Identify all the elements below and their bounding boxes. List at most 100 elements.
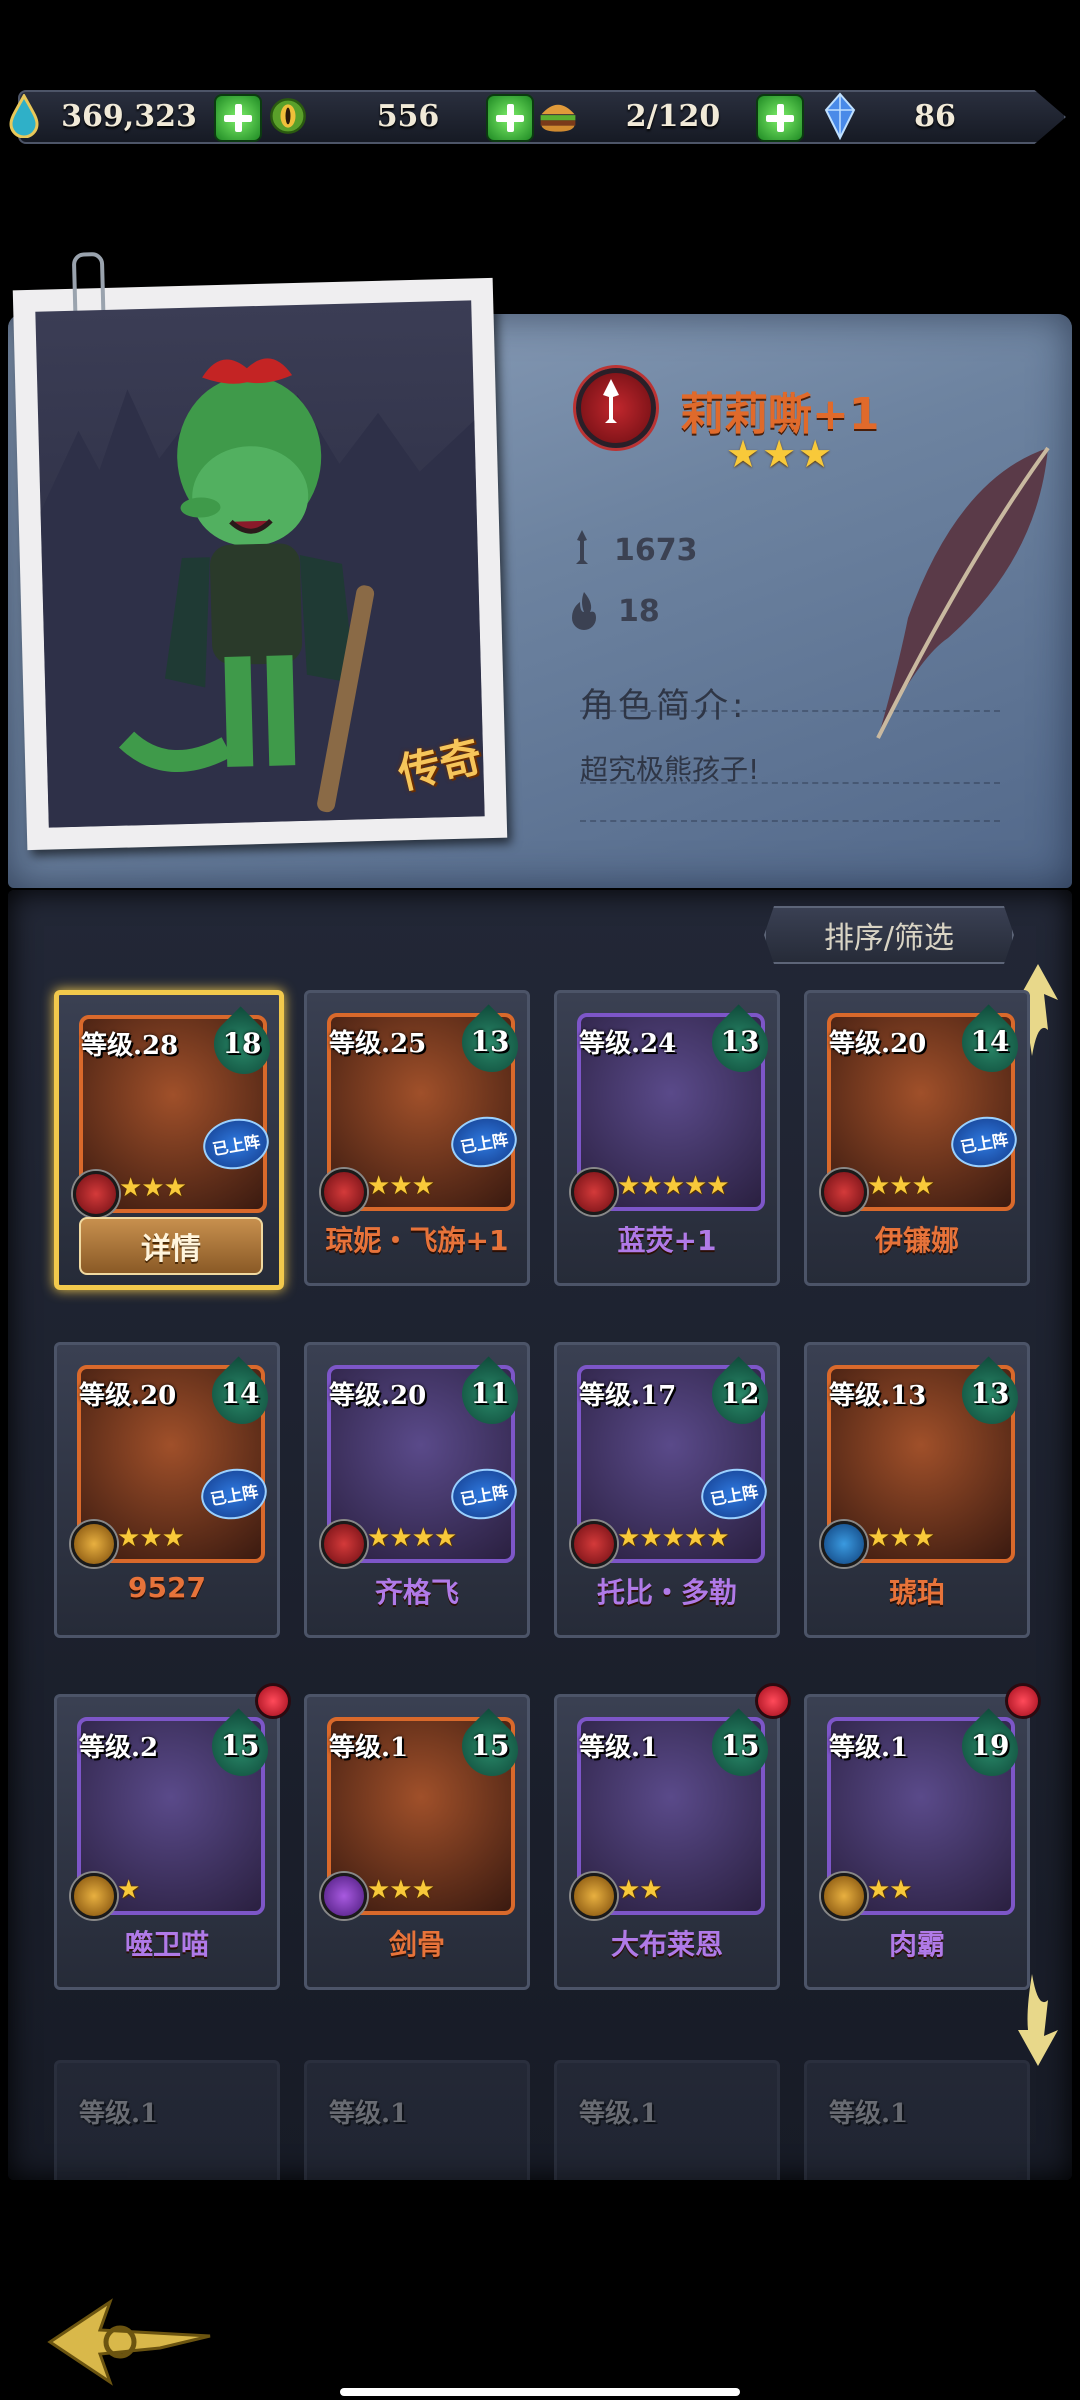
hero-name: 齐格飞 [374,1576,459,1609]
hero-card[interactable]: 等级.20 14 已上阵 ★★★ 伊镰娜 [804,990,1030,1286]
class-icon [571,1873,617,1919]
hero-name: 蓝荧+1 [617,1224,717,1257]
notification-dot [1005,1683,1041,1719]
hero-name: 9527 [128,1571,206,1604]
hero-card[interactable]: 等级.1 [554,2060,780,2180]
eye-coin-icon [268,94,308,138]
intro-label: 角色简介: [580,686,748,726]
hero-star-rating: ★★★ [867,1523,935,1553]
hero-card[interactable]: 等级.28 18 已上阵 ★★★ 详情 [54,990,284,1290]
hero-name: 琥珀 [888,1576,945,1609]
hero-star-rating: ★★ [867,1875,913,1905]
hero-card[interactable]: 等级.1 [304,2060,530,2180]
hero-leaf-count: 14 [970,1025,1010,1058]
hero-star-rating: ★★★★ [367,1523,457,1553]
hero-card[interactable]: 等级.17 12 已上阵 ★★★★★ 托比・多勒 [554,1342,780,1638]
hero-star-rating: ★★★ [367,1171,435,1201]
hero-card[interactable]: 等级.20 14 已上阵 ★★★ 9527 [54,1342,280,1638]
hero-star-rating: ★★★ [367,1875,435,1905]
water-resource: 369,323 [4,88,214,144]
add-water-button[interactable] [214,94,262,142]
detail-button[interactable]: 详情 [79,1217,263,1275]
sort-filter-button[interactable]: 排序/筛选 [764,906,1014,964]
hero-star-rating: ★★★★★ [617,1523,730,1553]
hero-card[interactable]: 等级.2 15 ★ 噬卫喵 [54,1683,291,1990]
hero-level: 等级.24 [579,1029,677,1059]
hero-leaf-count: 11 [470,1377,510,1410]
hero-card[interactable]: 等级.13 13 ★★★ 琥珀 [804,1342,1030,1638]
hero-leaf-count: 15 [220,1729,260,1762]
hero-name: 琼妮・飞旃+1 [325,1224,509,1257]
hero-level: 等级.1 [79,2099,159,2129]
hero-level: 等级.1 [579,1733,659,1763]
hero-level: 等级.1 [829,1733,909,1763]
hero-star-rating: ★★★ [726,432,835,476]
divider [580,782,1000,784]
hero-leaf-count: 13 [720,1025,760,1058]
home-indicator[interactable] [340,2388,740,2396]
crystal-amount: 86 [914,98,956,134]
notification-dot [755,1683,791,1719]
back-arrow-button[interactable] [40,2292,220,2392]
power-stat: 18 [568,590,660,632]
hero-card[interactable]: 等级.1 15 ★★ 大布莱恩 [554,1683,791,1990]
class-icon [73,1171,119,1217]
hero-star-rating: ★★ [617,1875,663,1905]
hero-leaf-count: 15 [720,1729,760,1762]
hero-level: 等级.1 [829,2099,909,2129]
sword-icon [576,530,588,564]
burger-icon [538,94,578,138]
class-icon [821,1873,867,1919]
class-icon [321,1521,367,1567]
class-icon [71,1873,117,1919]
food-amount: 2/120 [625,98,721,134]
hero-leaf-count: 12 [720,1377,760,1410]
divider [580,820,1000,822]
hero-level: 等级.2 [79,1733,159,1763]
eye-coin-amount: 556 [376,98,440,134]
hero-card[interactable]: 等级.1 19 ★★ 肉霸 [804,1683,1041,1990]
attack-value: 1673 [614,532,698,568]
hero-star-rating: ★★★★★ [617,1171,730,1201]
hero-card[interactable]: 等级.1 [54,2060,280,2180]
hero-portrait-card[interactable]: 传奇 [12,251,508,851]
hero-leaf-count: 15 [470,1729,510,1762]
hero-detail-panel: 传奇 莉莉嘶+1 ★★★ 1673 18 角色简介: 超究极熊孩子! [8,251,1072,888]
class-icon [321,1169,367,1215]
hero-card[interactable]: 等级.20 11 已上阵 ★★★★ 齐格飞 [304,1342,530,1638]
hero-level: 等级.13 [829,1381,927,1411]
hero-level: 等级.1 [329,2099,409,2129]
hero-name: 肉霸 [888,1928,945,1961]
class-icon [571,1169,617,1215]
attack-stat: 1673 [568,528,698,572]
hero-level: 等级.20 [329,1381,427,1411]
hero-roster[interactable]: 排序/筛选 等级.28 18 已上阵 ★★★ 详情 等级.25 13 已上阵 ★★★ 琼妮・飞旃+… [8,890,1072,2180]
class-icon [821,1169,867,1215]
hero-star-rating: ★★★ [867,1171,935,1201]
hero-card[interactable]: 等级.24 13 ★★★★★ 蓝荧+1 [554,990,780,1286]
add-eye-coin-button[interactable] [486,94,534,142]
hero-level: 等级.17 [579,1381,677,1411]
flame-icon [572,592,596,630]
food-resource: 2/120 [538,88,768,144]
hero-name: 托比・多勒 [596,1576,737,1609]
hero-name: 剑骨 [388,1928,445,1961]
add-food-button[interactable] [756,94,804,142]
hero-leaf-count: 13 [470,1025,510,1058]
warrior-class-icon [576,368,656,448]
hero-card[interactable]: 等级.1 15 ★★★ 剑骨 [304,1694,530,1990]
hero-card[interactable]: 等级.1 [804,2060,1030,2180]
hero-level: 等级.1 [329,1733,409,1763]
hero-star-rating: ★★★ [117,1523,185,1553]
hero-star-rating: ★★★ [119,1173,187,1203]
resource-bar: 369,323 556 2/120 86 [0,88,1080,144]
hero-leaf-count: 18 [222,1027,262,1060]
notification-dot [255,1683,291,1719]
eye-coin-resource: 556 [268,88,508,144]
hero-level: 等级.28 [81,1031,179,1061]
hero-name: 噬卫喵 [124,1928,209,1961]
class-icon [571,1521,617,1567]
hero-level: 等级.1 [579,2099,659,2129]
class-icon [321,1873,367,1919]
hero-card[interactable]: 等级.25 13 已上阵 ★★★ 琼妮・飞旃+1 [304,990,530,1286]
